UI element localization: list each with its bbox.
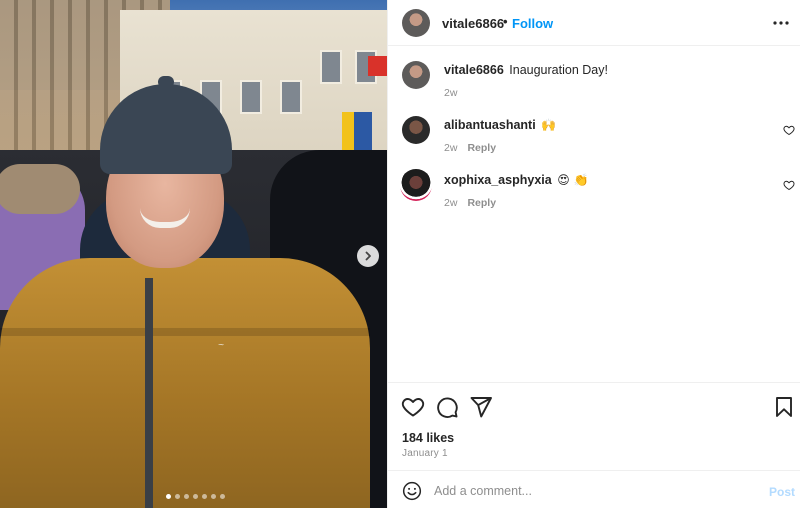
comment-body: 😍 👏 <box>557 173 589 187</box>
comment-body: 🙌 <box>541 118 557 132</box>
post-comment-button[interactable]: Post <box>769 485 795 499</box>
chevron-right-icon <box>365 251 371 261</box>
author-username[interactable]: vitale6866 <box>442 16 504 31</box>
likes-count[interactable]: 184 likes <box>402 431 454 445</box>
comment-meta: 2w Reply <box>444 197 496 209</box>
carousel-dot <box>202 494 207 499</box>
reply-button[interactable]: Reply <box>467 142 496 154</box>
header-separator: • <box>503 14 508 29</box>
post-photo[interactable]: ~ <box>0 0 387 508</box>
caption-time[interactable]: 2w <box>444 87 457 99</box>
comment-meta: 2w Reply <box>444 142 496 154</box>
caption-avatar[interactable] <box>402 61 430 89</box>
carousel-dot <box>211 494 216 499</box>
share-icon[interactable] <box>469 395 493 419</box>
comment-icon[interactable] <box>435 395 459 419</box>
author-avatar[interactable] <box>402 9 430 37</box>
caption-text: vitale6866 Inauguration Day! <box>444 63 608 77</box>
comment-text: xophixa_asphyxia 😍 👏 <box>444 173 588 187</box>
comment-heart-icon[interactable] <box>783 124 795 136</box>
photo-jacket: ~ <box>0 258 370 508</box>
follow-button[interactable]: Follow <box>512 16 553 31</box>
comment-composer: Post <box>388 470 800 508</box>
more-options-button[interactable] <box>772 14 790 32</box>
carousel-dot <box>184 494 189 499</box>
post-actions: 184 likes January 1 <box>388 382 800 470</box>
carousel-dot <box>175 494 180 499</box>
commenter-avatar-story-ring[interactable] <box>400 169 432 201</box>
post-date[interactable]: January 1 <box>402 448 448 459</box>
comment-text: alibantuashanti 🙌 <box>444 118 556 132</box>
heart-icon[interactable] <box>401 395 425 419</box>
caption-username[interactable]: vitale6866 <box>444 63 504 77</box>
emoji-smile-icon[interactable] <box>402 481 422 501</box>
carousel-dot <box>220 494 225 499</box>
post-detail-panel: vitale6866 • Follow vitale6866 Inaugurat… <box>387 0 800 508</box>
commenter-username[interactable]: xophixa_asphyxia <box>444 173 552 187</box>
reply-button[interactable]: Reply <box>467 197 496 209</box>
carousel-dot <box>166 494 171 499</box>
photo-red-sign <box>368 56 387 76</box>
commenter-avatar[interactable] <box>402 116 430 144</box>
comment-time[interactable]: 2w <box>444 197 457 209</box>
carousel-dot <box>193 494 198 499</box>
caption-body: Inauguration Day! <box>509 63 608 77</box>
carousel-next-button[interactable] <box>357 245 379 267</box>
commenter-username[interactable]: alibantuashanti <box>444 118 536 132</box>
carousel-dots <box>166 494 225 499</box>
comment-heart-icon[interactable] <box>783 179 795 191</box>
bookmark-icon[interactable] <box>772 395 796 419</box>
more-horizontal-icon <box>773 21 789 25</box>
comments-list: vitale6866 Inauguration Day! 2w alibantu… <box>388 46 800 382</box>
comment-input[interactable] <box>434 480 754 502</box>
post-header: vitale6866 • Follow <box>388 0 800 46</box>
caption-meta: 2w <box>444 87 457 99</box>
comment-time[interactable]: 2w <box>444 142 457 154</box>
